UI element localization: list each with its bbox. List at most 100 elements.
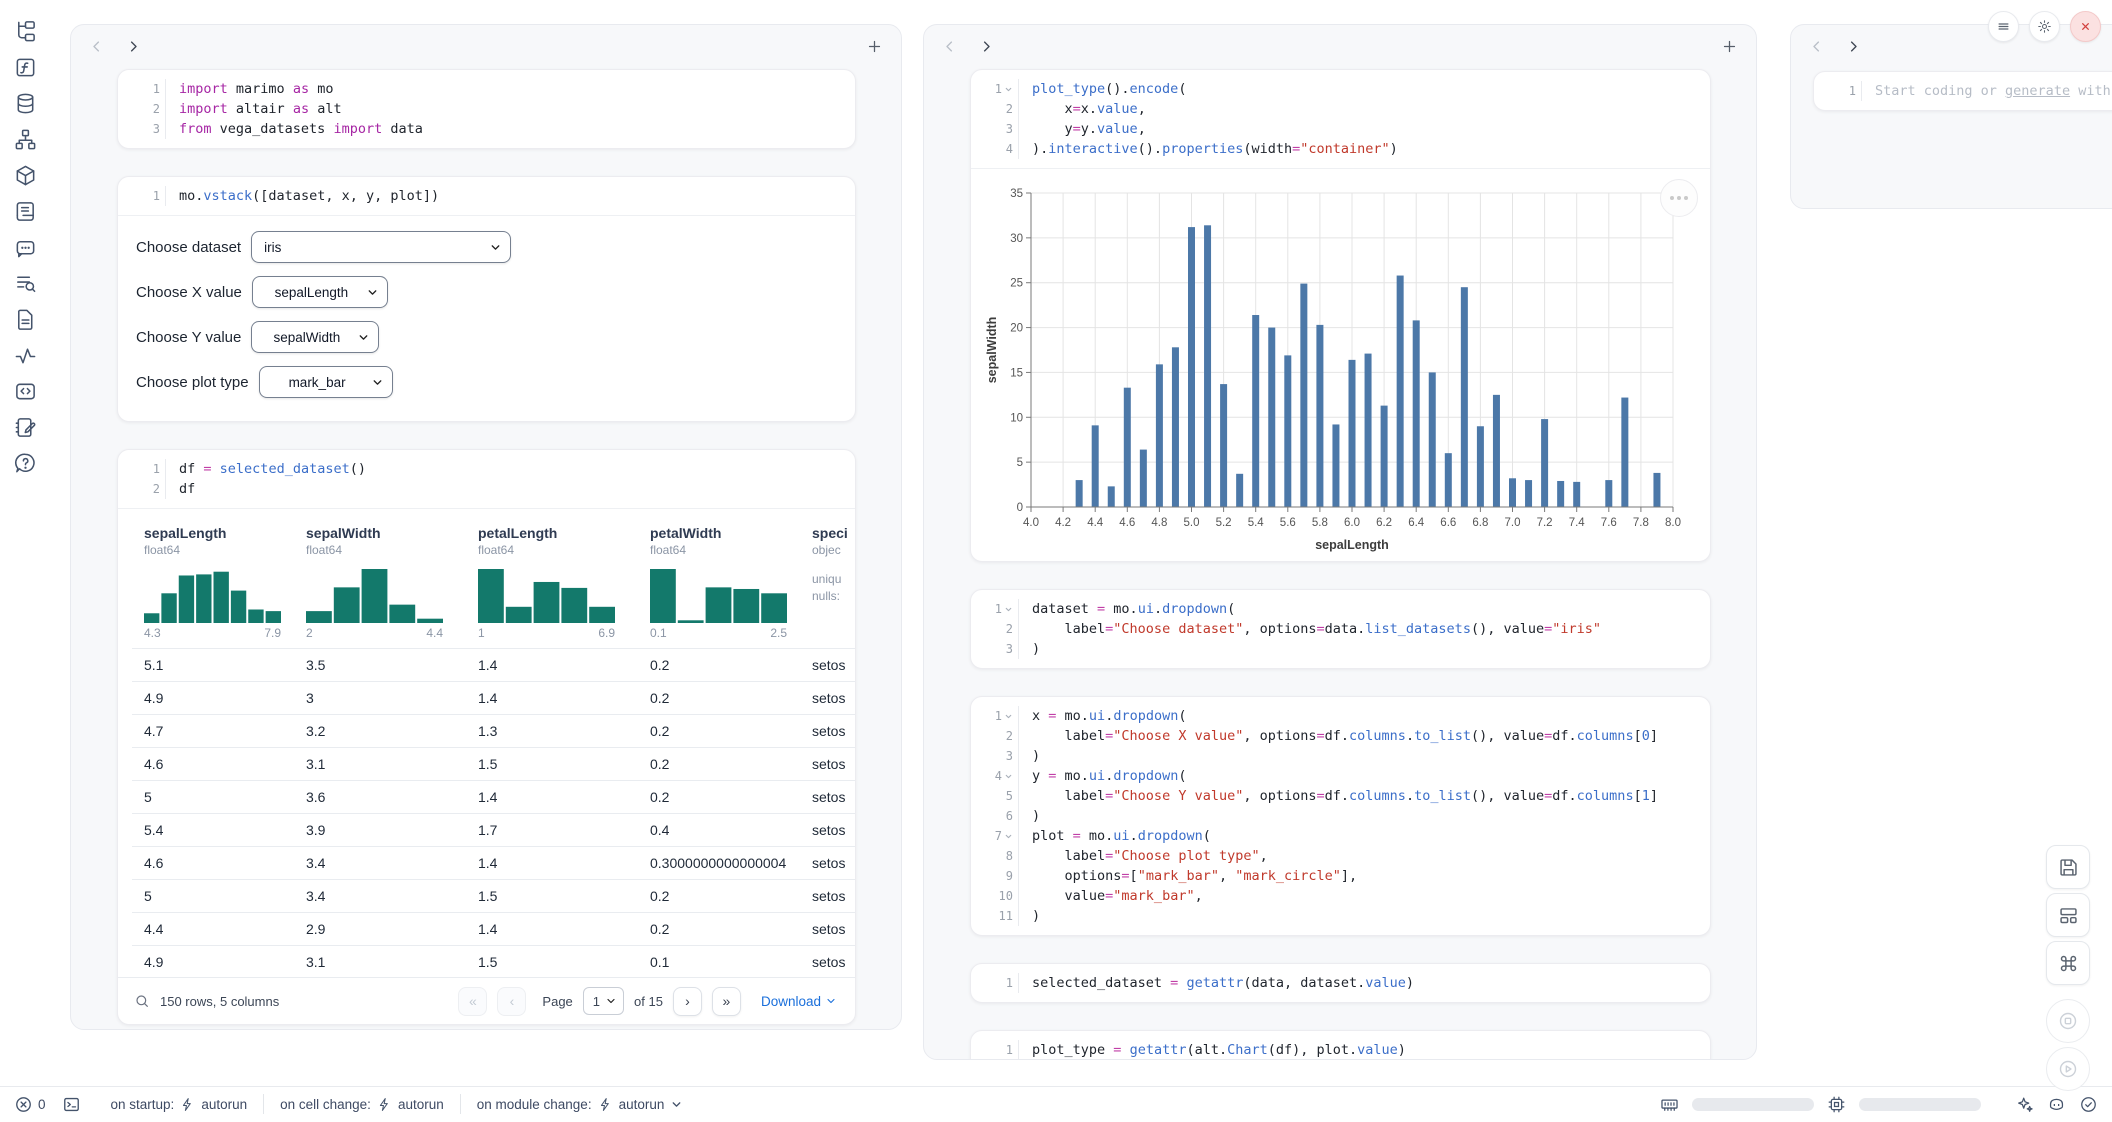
terminal-icon[interactable] xyxy=(62,1095,81,1114)
fold-chevron-icon[interactable] xyxy=(1004,712,1013,721)
code-editor[interactable]: 1plot_type = getattr(alt.Chart(df), plot… xyxy=(971,1031,1710,1060)
code-editor[interactable]: 1selected_dataset = getattr(data, datase… xyxy=(971,964,1710,1002)
table-column-header[interactable]: petalLengthfloat6416.9 xyxy=(478,525,650,640)
dependency-graph-icon[interactable] xyxy=(14,128,37,151)
add-cell-button[interactable] xyxy=(1721,38,1738,55)
table-row[interactable]: 4.93.11.50.1setos xyxy=(132,945,856,978)
table-column-header[interactable]: sepalLengthfloat644.37.9 xyxy=(144,525,306,640)
code-cell-vstack[interactable]: 1mo.vstack([dataset, x, y, plot]) Choose… xyxy=(117,176,856,422)
packages-icon[interactable] xyxy=(14,164,37,187)
chevron-right-icon[interactable] xyxy=(126,39,141,54)
add-cell-button[interactable] xyxy=(866,38,883,55)
chevron-right-icon[interactable] xyxy=(979,39,994,54)
chevron-left-icon[interactable] xyxy=(942,39,957,54)
documentation-icon[interactable] xyxy=(14,308,37,331)
code-editor[interactable]: 1mo.vstack([dataset, x, y, plot]) xyxy=(118,177,855,215)
first-page-button[interactable]: « xyxy=(458,987,487,1016)
line-number: 1 xyxy=(1814,81,1862,101)
run-button[interactable] xyxy=(2046,1047,2090,1091)
chat-bot-icon[interactable] xyxy=(14,236,37,259)
code-token: ] xyxy=(1650,788,1658,804)
fold-chevron-icon[interactable] xyxy=(1004,605,1013,614)
functions-icon[interactable] xyxy=(14,56,37,79)
code-line: 1import marimo as mo xyxy=(118,79,855,99)
dataframe-table: sepalLengthfloat644.37.9sepalWidthfloat6… xyxy=(132,521,856,978)
code-cell-plot-type[interactable]: 1plot_type = getattr(alt.Chart(df), plot… xyxy=(970,1030,1711,1060)
connection-status-icon[interactable] xyxy=(2079,1095,2098,1114)
copilot-icon[interactable] xyxy=(2047,1095,2066,1114)
code-editor[interactable]: 1 Start coding or generate with xyxy=(1814,72,2112,110)
column-name: speci xyxy=(812,525,856,541)
settings-button[interactable] xyxy=(2029,11,2060,42)
runtime-setting-1[interactable]: on startup:autorun xyxy=(95,1097,264,1112)
code-editor[interactable]: 1x = mo.ui.dropdown(2 label="Choose X va… xyxy=(971,697,1710,935)
table-row[interactable]: 4.42.91.40.2setos xyxy=(132,912,856,945)
svg-text:7.8: 7.8 xyxy=(1633,517,1649,529)
code-line: 1dataset = mo.ui.dropdown( xyxy=(971,599,1710,619)
chart-menu-button[interactable] xyxy=(1660,179,1698,217)
tracing-icon[interactable] xyxy=(14,344,37,367)
download-button[interactable]: Download xyxy=(761,994,837,1009)
code-cell-dataframe[interactable]: 1df = selected_dataset()2df sepalLengthf… xyxy=(117,449,856,1025)
chevron-left-icon[interactable] xyxy=(89,39,104,54)
code-cell-plot[interactable]: 1plot_type().encode(2 x=x.value,3 y=y.va… xyxy=(970,69,1711,562)
help-icon[interactable] xyxy=(14,452,37,475)
code-cell-imports[interactable]: 1import marimo as mo2import altair as al… xyxy=(117,69,856,149)
ai-sparkles-icon[interactable] xyxy=(2015,1095,2034,1114)
chevron-right-icon[interactable] xyxy=(1846,39,1861,54)
stop-button[interactable] xyxy=(2046,999,2090,1043)
runtime-setting-3[interactable]: on module change:autorun xyxy=(461,1097,700,1112)
code-editor[interactable]: 1df = selected_dataset()2df xyxy=(118,450,855,508)
file-tree-icon[interactable] xyxy=(14,20,37,43)
table-column-header[interactable]: petalWidthfloat640.12.5 xyxy=(650,525,812,640)
chevron-left-icon[interactable] xyxy=(1809,39,1824,54)
dropdown-select[interactable]: sepalLength xyxy=(252,276,388,308)
code-editor[interactable]: 1plot_type().encode(2 x=x.value,3 y=y.va… xyxy=(971,70,1710,168)
search-icon[interactable] xyxy=(134,993,150,1009)
line-number: 9 xyxy=(971,866,1019,886)
datasources-icon[interactable] xyxy=(14,92,37,115)
fold-chevron-icon[interactable] xyxy=(1004,85,1013,94)
table-row[interactable]: 4.931.40.2setos xyxy=(132,681,856,714)
code-cell-xy-plot-dropdowns[interactable]: 1x = mo.ui.dropdown(2 label="Choose X va… xyxy=(970,696,1711,936)
code-token: columns xyxy=(1577,788,1634,804)
code-token: import xyxy=(179,81,228,97)
code-editor[interactable]: 1import marimo as mo2import altair as al… xyxy=(118,70,855,148)
snippets-icon[interactable] xyxy=(14,380,37,403)
next-page-button[interactable]: › xyxy=(673,987,702,1016)
runtime-setting-2[interactable]: on cell change:autorun xyxy=(264,1097,460,1112)
layout-button[interactable] xyxy=(2046,893,2090,937)
errors-icon[interactable] xyxy=(14,1095,33,1114)
table-row[interactable]: 53.41.50.2setos xyxy=(132,879,856,912)
table-column-header[interactable]: speciobjecuniqunulls: xyxy=(812,525,856,640)
table-row[interactable]: 53.61.40.2setos xyxy=(132,780,856,813)
table-row[interactable]: 4.63.41.40.3000000000000004setos xyxy=(132,846,856,879)
dropdown-select[interactable]: iris xyxy=(251,231,511,263)
fold-chevron-icon[interactable] xyxy=(1004,832,1013,841)
save-button[interactable] xyxy=(2046,845,2090,889)
table-row[interactable]: 4.63.11.50.2setos xyxy=(132,747,856,780)
close-button[interactable] xyxy=(2070,11,2101,42)
last-page-button[interactable]: » xyxy=(712,987,741,1016)
menu-button[interactable] xyxy=(1988,11,2019,42)
table-column-header[interactable]: sepalWidthfloat6424.4 xyxy=(306,525,478,640)
scratchpad-icon[interactable] xyxy=(14,416,37,439)
code-cell-dataset-dropdown[interactable]: 1dataset = mo.ui.dropdown(2 label="Choos… xyxy=(970,589,1711,669)
table-row[interactable]: 5.43.91.70.4setos xyxy=(132,813,856,846)
dropdown-select[interactable]: sepalWidth xyxy=(251,321,379,353)
page-select[interactable]: 1 xyxy=(583,987,624,1015)
dropdown-select[interactable]: mark_bar xyxy=(259,366,393,398)
code-cell-selected-dataset[interactable]: 1selected_dataset = getattr(data, datase… xyxy=(970,963,1711,1003)
command-palette-button[interactable] xyxy=(2046,941,2090,985)
code-token: altair xyxy=(228,101,293,117)
prev-page-button[interactable]: ‹ xyxy=(497,987,526,1016)
script-icon[interactable] xyxy=(14,200,37,223)
code-editor[interactable]: 1dataset = mo.ui.dropdown(2 label="Choos… xyxy=(971,590,1710,668)
logs-icon[interactable] xyxy=(14,272,37,295)
code-token: columns xyxy=(1349,728,1406,744)
table-row[interactable]: 4.73.21.30.2setos xyxy=(132,714,856,747)
generate-link[interactable]: generate xyxy=(2005,83,2070,99)
table-row[interactable]: 5.13.51.40.2setos xyxy=(132,648,856,681)
scratch-code-cell[interactable]: 1 Start coding or generate with xyxy=(1813,71,2112,111)
fold-chevron-icon[interactable] xyxy=(1004,772,1013,781)
